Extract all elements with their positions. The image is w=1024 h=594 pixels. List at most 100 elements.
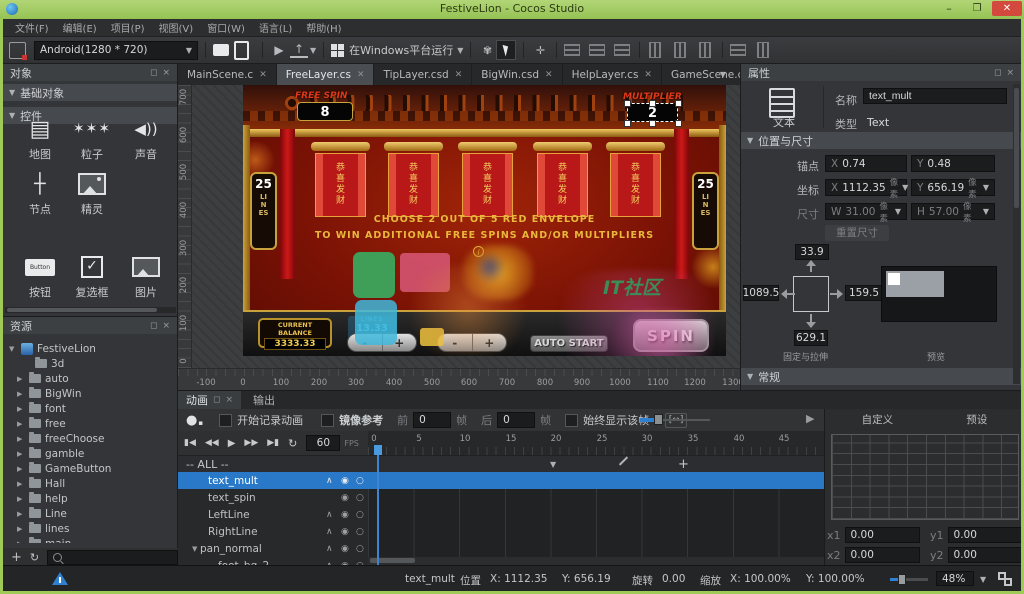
select-tool-icon[interactable] xyxy=(496,40,516,60)
visibility-eye-icon[interactable]: ◉ xyxy=(341,510,349,520)
resource-folder[interactable]: ▶help xyxy=(3,491,178,506)
red-envelope-3[interactable]: 恭喜发财 xyxy=(462,153,513,217)
timeline-zoom-handle[interactable] xyxy=(654,414,663,425)
tab-bigwin[interactable]: BigWin.csd✕ xyxy=(472,64,562,85)
timeline-hscrollbar[interactable] xyxy=(368,557,824,565)
layer-filter-dropdown[interactable]: -- ALL -- xyxy=(186,458,229,471)
layer-row-leftline[interactable]: LeftLine ∧ ◉ ○ xyxy=(178,506,368,523)
menu-project[interactable]: 项目(P) xyxy=(111,20,145,35)
edit-pencil-icon[interactable] xyxy=(619,456,628,465)
selection-handle[interactable] xyxy=(624,100,631,107)
selection-handle[interactable] xyxy=(624,120,631,127)
menu-help[interactable]: 帮助(H) xyxy=(306,20,341,35)
red-envelope-5[interactable]: 恭喜发财 xyxy=(610,153,661,217)
coord-y-input[interactable]: Y656.19 像素▼ xyxy=(911,179,995,196)
curve-tab-custom[interactable]: 自定义 xyxy=(862,412,894,427)
expand-arrow-icon[interactable]: ▼ xyxy=(192,545,200,553)
lock-circle-icon[interactable]: ○ xyxy=(356,476,364,486)
resource-folder[interactable]: ▶free xyxy=(3,416,178,431)
resource-folder[interactable]: ▶BigWin xyxy=(3,386,178,401)
object-particle[interactable]: ✶✶✶ 粒子 xyxy=(65,112,119,162)
lock-circle-icon[interactable]: ○ xyxy=(356,493,364,503)
expand-arrow-icon[interactable]: ▶ xyxy=(17,450,25,458)
mirror-reference-checkbox[interactable] xyxy=(321,414,334,427)
lock-circle-icon[interactable]: ○ xyxy=(356,510,364,520)
tab-output[interactable]: 输出 xyxy=(241,391,287,409)
tab-tiplayer[interactable]: TipLayer.csd✕ xyxy=(374,64,472,85)
resource-folder[interactable]: 3d xyxy=(3,356,178,371)
resource-folder[interactable]: ▶gamble xyxy=(3,446,178,461)
move-anchor-icon[interactable]: ✛ xyxy=(531,41,549,59)
objects-hscrollbar[interactable] xyxy=(5,307,176,313)
hand-tool-icon[interactable]: ✾ xyxy=(478,41,496,59)
chevron-down-icon[interactable]: ▼ xyxy=(902,183,908,192)
curve-grid[interactable] xyxy=(831,434,1019,520)
visibility-eye-icon[interactable]: ◉ xyxy=(341,544,349,554)
run-platform-label[interactable]: 在Windows平台运行 xyxy=(349,42,453,58)
tab-list-chevron-icon[interactable]: ▼ xyxy=(720,70,726,79)
resource-folder[interactable]: ▶lines xyxy=(3,521,178,536)
free-spin-label[interactable]: FREE SPIN xyxy=(295,91,357,101)
red-envelope-4[interactable]: 恭喜发财 xyxy=(537,153,588,217)
close-panel-icon[interactable]: × xyxy=(225,395,233,405)
resource-search-input[interactable] xyxy=(47,550,178,565)
before-frames-input[interactable]: 0 xyxy=(413,412,451,428)
expand-arrow-icon[interactable]: ▶ xyxy=(17,435,25,443)
expand-arrow-icon[interactable]: ▼ xyxy=(9,345,17,353)
next-frame-icon[interactable]: ▶▶ xyxy=(244,438,258,448)
play-icon[interactable]: ▶ xyxy=(270,41,288,59)
margin-right-value[interactable]: 159.5 xyxy=(845,285,883,301)
landscape-view-icon[interactable] xyxy=(213,44,229,56)
selected-layer-track[interactable] xyxy=(368,472,824,489)
after-frames-input[interactable]: 0 xyxy=(497,412,535,428)
game-stage[interactable]: FREE SPIN 8 MULTIPLIER 2 25 LINES 25 LIN… xyxy=(243,85,726,356)
float-panel-icon[interactable]: ◻ xyxy=(150,68,157,78)
tab-mainscene[interactable]: MainScene.c✕ xyxy=(178,64,277,85)
resource-folder[interactable]: ▶auto xyxy=(3,371,178,386)
multiplier-label[interactable]: MULTIPLIER xyxy=(623,92,693,102)
record-icon[interactable]: ● xyxy=(186,413,197,428)
red-envelope-1[interactable]: 恭喜发财 xyxy=(315,153,366,217)
resource-folder[interactable]: ▶Line xyxy=(3,506,178,521)
align-h-center-icon[interactable] xyxy=(589,44,605,56)
tab-animation[interactable]: 动画 ◻ × xyxy=(178,391,241,409)
float-panel-icon[interactable]: ◻ xyxy=(213,395,220,405)
expand-arrow-icon[interactable]: ▶ xyxy=(17,405,25,413)
new-project-icon[interactable] xyxy=(9,42,26,59)
close-button[interactable]: ✕ xyxy=(992,1,1022,16)
close-tab-icon[interactable]: ✕ xyxy=(455,70,463,80)
align-right-icon[interactable] xyxy=(614,44,630,56)
expand-arrow-icon[interactable]: ▶ xyxy=(17,375,25,383)
anchor-x-input[interactable]: X0.74 xyxy=(825,155,907,172)
reset-size-button[interactable]: 重置尺寸 xyxy=(825,225,889,241)
timeline-grid[interactable] xyxy=(368,472,824,566)
record-animation-checkbox[interactable] xyxy=(219,414,232,427)
chevron-down-icon[interactable]: ▼ xyxy=(983,183,989,192)
x2-input[interactable]: 0.00 xyxy=(845,547,920,563)
x1-input[interactable]: 0.00 xyxy=(845,527,920,543)
expand-arrow-icon[interactable]: ▶ xyxy=(17,510,25,518)
section-collapse-icon[interactable]: ▼ xyxy=(747,372,753,381)
align-left-icon[interactable] xyxy=(564,44,580,56)
curve-tab-preset[interactable]: 预设 xyxy=(966,412,987,427)
always-show-frame-checkbox[interactable] xyxy=(565,414,578,427)
red-envelope-2[interactable]: 恭喜发财 xyxy=(388,153,439,217)
resource-folder[interactable]: ▶main xyxy=(3,536,77,543)
collapse-icon[interactable]: ∧ xyxy=(326,527,333,537)
align-top-icon[interactable] xyxy=(649,42,661,58)
selection-handle[interactable] xyxy=(675,100,682,107)
last-frame-icon[interactable]: ▶▮ xyxy=(267,438,279,448)
zoom-chevron-icon[interactable]: ▼ xyxy=(980,575,986,584)
selection-handle[interactable] xyxy=(649,120,656,127)
add-resource-button[interactable]: + xyxy=(11,550,22,565)
collapse-icon[interactable]: ∧ xyxy=(326,510,333,520)
object-button[interactable]: Button 按钮 xyxy=(13,250,67,300)
close-tab-icon[interactable]: ✕ xyxy=(644,70,652,80)
close-tab-icon[interactable]: ✕ xyxy=(357,70,365,80)
float-panel-icon[interactable]: ◻ xyxy=(150,321,157,331)
tab-freelayer[interactable]: FreeLayer.cs✕ xyxy=(277,64,375,85)
distribute-h-icon[interactable] xyxy=(730,44,746,56)
play-icon[interactable]: ▶ xyxy=(228,438,236,449)
expand-arrow-icon[interactable]: ▶ xyxy=(17,495,25,503)
title-bar[interactable]: FestiveLion - Cocos Studio – ❐ ✕ xyxy=(0,0,1024,19)
